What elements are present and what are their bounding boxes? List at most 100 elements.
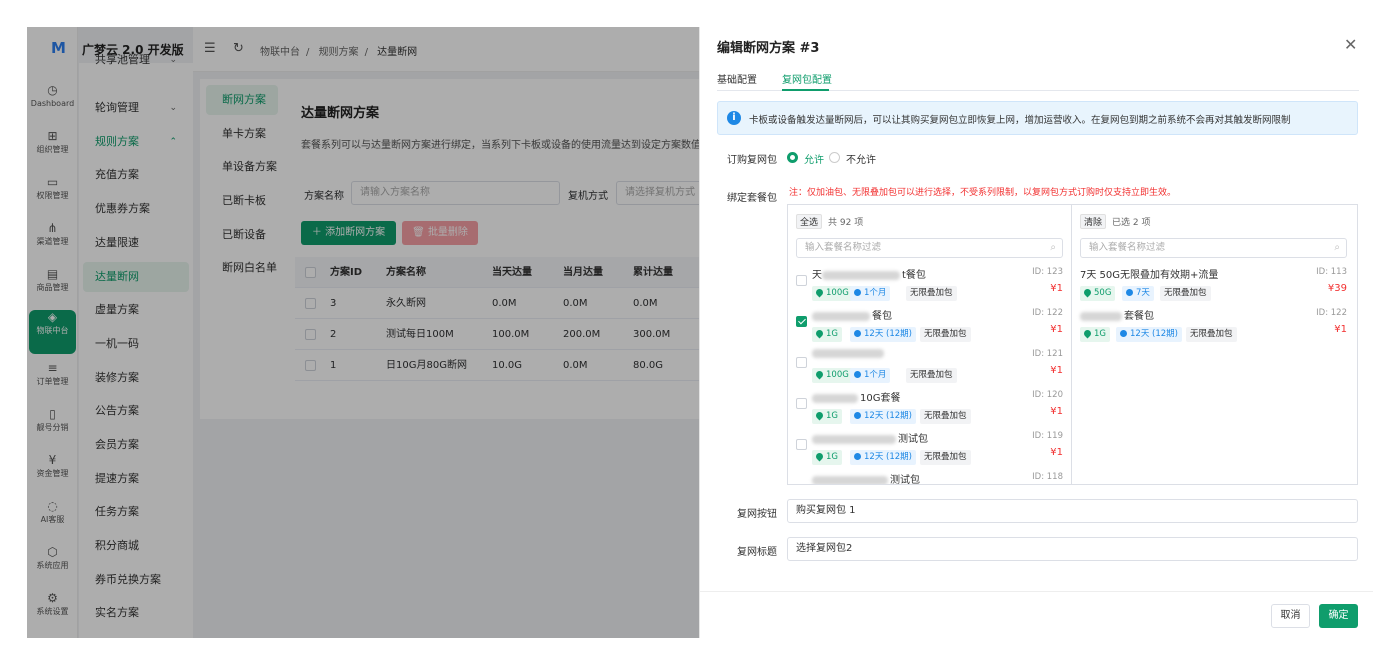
package-id: ID: 122 [1316, 308, 1347, 318]
type-tag: 无限叠加包 [920, 409, 971, 424]
drop-icon [814, 451, 825, 461]
clear-button[interactable]: 清除 [1080, 214, 1107, 229]
clock-icon [1126, 288, 1133, 296]
package-item[interactable]: 天 t餐包 ID: 123 ¥1 100G 1个月 无限叠加包 [788, 263, 1071, 304]
flow-tag: 100G [812, 368, 853, 383]
period-tag: 12天 (12期) [1116, 327, 1182, 342]
type-tag: 无限叠加包 [1186, 327, 1237, 342]
confirm-button[interactable]: 确定 [1319, 604, 1358, 628]
button-label: 复网按钮 [737, 509, 777, 520]
edit-drawer: 编辑断网方案 #3 ✕ 基础配置 复网包配置 i 卡板或设备触发达量断网后，可以… [699, 27, 1373, 638]
title-label: 复网标题 [737, 547, 777, 558]
transfer-target-panel: 清除 已选 2 项 输入套餐名称过滤 ⌕ 7天 50G无限叠加有效期+流量 ID: … [1072, 204, 1358, 485]
selected-package-item[interactable]: 套餐包 ID: 122 ¥1 1G 12天 (12期) 无限叠加包 [1072, 304, 1355, 345]
drop-icon [814, 328, 825, 338]
active-tab-indicator [782, 89, 829, 91]
selected-package-item[interactable]: 7天 50G无限叠加有效期+流量 ID: 113 ¥39 50G 7天 无限叠加… [1072, 263, 1355, 304]
package-checkbox-checked[interactable] [796, 316, 807, 327]
package-price: ¥1 [1050, 406, 1063, 417]
bind-note: 注：仅加油包、无限叠加包可以进行选择，不受系列限制，以复网包方式订购时仅支持立即… [789, 188, 1177, 198]
alert-text: 卡板或设备触发达量断网后，可以让其购买复网包立即恢复上网，增加运营收入。在复网包… [749, 115, 1291, 126]
package-name: 7天 50G无限叠加有效期+流量 [1080, 270, 1219, 281]
package-checkbox[interactable] [796, 398, 807, 409]
package-price: ¥1 [1050, 283, 1063, 294]
order-label: 订购复网包 [727, 155, 777, 166]
clock-icon [854, 329, 861, 337]
package-name: 测试包 [898, 434, 928, 445]
transfer-target-header: 清除 已选 2 项 [1080, 214, 1150, 229]
radio-allow[interactable] [787, 152, 798, 163]
type-tag: 无限叠加包 [1160, 286, 1211, 301]
package-id: ID: 123 [1032, 267, 1063, 277]
source-list: 天 t餐包 ID: 123 ¥1 100G 1个月 无限叠加包 餐包 ID: 12… [788, 263, 1071, 484]
source-filter-input[interactable]: 输入套餐名称过滤 ⌕ [796, 238, 1063, 258]
package-id: ID: 122 [1032, 308, 1063, 318]
drop-icon [1082, 328, 1093, 338]
cancel-button[interactable]: 取消 [1271, 604, 1310, 628]
period-tag: 12天 (12期) [850, 450, 916, 465]
flow-tag: 1G [812, 409, 842, 424]
period-tag: 7天 [1122, 286, 1154, 301]
package-price: ¥1 [1050, 447, 1063, 458]
clock-icon [1120, 329, 1127, 337]
package-price: ¥1 [1334, 324, 1347, 335]
close-icon[interactable]: ✕ [1344, 35, 1357, 54]
clock-icon [854, 411, 861, 419]
type-tag: 无限叠加包 [920, 450, 971, 465]
drop-icon [814, 410, 825, 420]
package-checkbox[interactable] [796, 357, 807, 368]
target-filter-input[interactable]: 输入套餐名称过滤 ⌕ [1080, 238, 1347, 258]
package-price: ¥39 [1327, 283, 1347, 294]
package-item[interactable]: 餐包 ID: 122 ¥1 1G 12天 (12期) 无限叠加包 [788, 304, 1071, 345]
period-tag: 1个月 [850, 368, 891, 383]
package-name: 10G套餐 [860, 393, 901, 404]
bind-label: 绑定套餐包 [727, 193, 777, 204]
package-item[interactable]: 测试包 ID: 118 [788, 468, 1071, 484]
flow-tag: 100G [812, 286, 853, 301]
package-item[interactable]: ID: 121 ¥1 100G 1个月 无限叠加包 [788, 345, 1071, 386]
radio-deny[interactable] [829, 152, 840, 163]
type-tag: 无限叠加包 [906, 286, 957, 301]
transfer-source-panel: 全选共 92 项 输入套餐名称过滤 ⌕ 天 t餐包 ID: 123 ¥1 100G … [787, 204, 1072, 485]
package-id: ID: 118 [1032, 472, 1063, 482]
restore-button-input[interactable]: 购买复网包 1 [787, 499, 1358, 523]
period-tag: 12天 (12期) [850, 327, 916, 342]
period-tag: 1个月 [850, 286, 891, 301]
restore-title-input[interactable]: 选择复网包2 [787, 537, 1358, 561]
drop-icon [814, 369, 825, 379]
package-checkbox[interactable] [796, 439, 807, 450]
flow-tag: 1G [812, 450, 842, 465]
app-window: M ◷ Dashboard ⊞ 组织管理 ▭ 权限管理 ⋔ 渠道管理 ▤ 商品管理 ◈ 物联… [27, 27, 1373, 638]
package-id: ID: 113 [1316, 267, 1347, 277]
package-item[interactable]: 测试包 ID: 119 ¥1 1G 12天 (12期) 无限叠加包 [788, 427, 1071, 468]
package-name: t餐包 [902, 270, 926, 281]
flow-tag: 1G [812, 327, 842, 342]
flow-tag: 1G [1080, 327, 1110, 342]
tab-restore-config[interactable]: 复网包配置 [782, 71, 832, 86]
package-price: ¥1 [1050, 324, 1063, 335]
info-alert: i 卡板或设备触发达量断网后，可以让其购买复网包立即恢复上网，增加运营收入。在复… [717, 101, 1358, 135]
drop-icon [814, 287, 825, 297]
type-tag: 无限叠加包 [906, 368, 957, 383]
period-tag: 12天 (12期) [850, 409, 916, 424]
clock-icon [854, 370, 861, 378]
package-name: 测试包 [890, 475, 920, 484]
tab-basic-config[interactable]: 基础配置 [717, 71, 757, 86]
flow-tag: 50G [1080, 286, 1116, 301]
drop-icon [1082, 287, 1093, 297]
drawer-title: 编辑断网方案 #3 [717, 41, 820, 56]
info-icon: i [727, 111, 741, 125]
clock-icon [854, 452, 861, 460]
clock-icon [854, 288, 861, 296]
search-icon: ⌕ [1334, 242, 1340, 253]
package-price: ¥1 [1050, 365, 1063, 376]
radio-deny-label[interactable]: 不允许 [846, 151, 876, 166]
select-all-button[interactable]: 全选 [796, 214, 823, 229]
modal-overlay[interactable] [27, 27, 699, 638]
package-item[interactable]: 10G套餐 ID: 120 ¥1 1G 12天 (12期) 无限叠加包 [788, 386, 1071, 427]
transfer-source-header: 全选共 92 项 [796, 214, 863, 229]
radio-allow-label[interactable]: 允许 [804, 151, 824, 166]
package-name: 套餐包 [1124, 311, 1154, 322]
package-checkbox[interactable] [796, 275, 807, 286]
package-id: ID: 120 [1032, 390, 1063, 400]
